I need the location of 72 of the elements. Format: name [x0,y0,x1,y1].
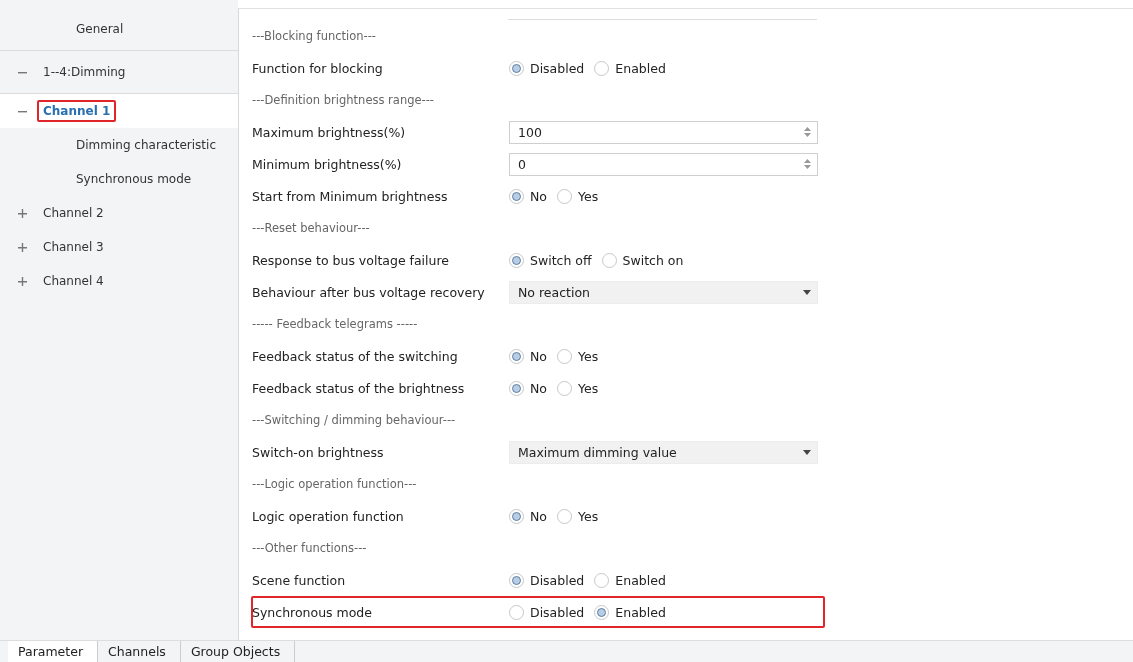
radio-icon[interactable] [509,572,524,588]
tab[interactable]: Channels [98,641,181,662]
caret-down-icon [803,289,811,295]
tab[interactable]: Parameter [8,641,99,662]
plus-icon[interactable] [18,276,27,286]
parameter-label: Synchronous mode [252,604,373,620]
caret-down-icon [803,449,811,455]
parameter-label: Minimum brightness(%) [252,156,403,172]
radio-option[interactable]: Switch on [601,252,684,268]
tree-item[interactable]: Channel 2 [0,196,238,230]
radio-icon[interactable] [509,60,524,76]
number-field[interactable]: 0 [509,152,818,176]
section-heading: ---Definition brightness range--- [252,93,434,107]
parameter-label: Start from Minimum brightness [252,188,449,204]
radio-option[interactable]: Yes [557,380,599,396]
radio-icon[interactable] [594,60,610,76]
tree-item[interactable]: Channel 3 [0,230,238,264]
parameter-label: Feedback status of the brightness [252,380,466,396]
section-heading: ---Logic operation function--- [252,477,417,491]
section-heading: ---Other functions--- [252,541,367,555]
section-heading: ----- Feedback telegrams ----- [252,317,418,331]
radio-option[interactable]: No [509,188,547,204]
dropdown[interactable]: No reaction [509,280,818,304]
radio-option[interactable]: Enabled [594,604,666,620]
tab[interactable]: Group Objects [180,641,296,662]
parameter-label: Function for blocking [252,60,384,76]
parameter-label: Scene function [252,572,347,588]
radio-option[interactable]: Yes [557,348,599,364]
radio-option[interactable]: Enabled [594,572,666,588]
section-heading: ---Switching / dimming behaviour--- [252,413,456,427]
radio-option[interactable]: No [509,380,547,396]
section-heading: ---Blocking function--- [252,29,376,43]
radio-icon[interactable] [509,348,524,364]
radio-icon[interactable] [557,188,572,204]
parameter-label: Feedback status of the switching [252,348,459,364]
dropdown[interactable]: Maximum dimming value [509,440,818,464]
radio-icon[interactable] [601,252,617,268]
spinner-icon[interactable] [804,158,811,170]
tree-item[interactable]: General [0,8,238,51]
radio-icon[interactable] [594,604,610,620]
radio-icon[interactable] [557,380,572,396]
radio-icon[interactable] [557,348,572,364]
radio-option[interactable]: Disabled [509,604,585,620]
tree-item[interactable]: Synchronous mode [0,162,238,196]
parameter-label: Behaviour after bus voltage recovery [252,284,486,300]
radio-option[interactable]: Switch off [509,252,592,268]
spinner-icon[interactable] [804,126,811,138]
radio-icon[interactable] [509,188,524,204]
radio-icon[interactable] [509,380,524,396]
radio-option[interactable]: Enabled [594,60,666,76]
radio-option[interactable]: Yes [557,508,599,524]
radio-icon[interactable] [557,508,572,524]
parameter-label: Maximum brightness(%) [252,124,407,140]
section-heading: ---Reset behaviour--- [252,221,370,235]
radio-icon[interactable] [509,508,524,524]
tree-item[interactable]: Channel 4 [0,264,238,298]
parameter-label: Logic operation function [252,508,405,524]
radio-option[interactable]: Yes [557,188,599,204]
tree-item[interactable]: Dimming characteristic [0,128,238,162]
parameter-label: Response to bus voltage failure [252,252,451,268]
radio-icon[interactable] [594,572,610,588]
radio-option[interactable]: Disabled [509,572,585,588]
radio-option[interactable]: Disabled [509,60,585,76]
radio-icon[interactable] [509,604,524,620]
radio-option[interactable]: No [509,508,547,524]
plus-icon[interactable] [18,208,27,218]
tree-item[interactable]: Channel 1 [0,94,238,128]
plus-icon[interactable] [18,242,27,252]
number-field[interactable]: 100 [509,120,818,144]
radio-icon[interactable] [509,252,524,268]
parameter-label: Switch-on brightness [252,444,385,460]
radio-option[interactable]: No [509,348,547,364]
